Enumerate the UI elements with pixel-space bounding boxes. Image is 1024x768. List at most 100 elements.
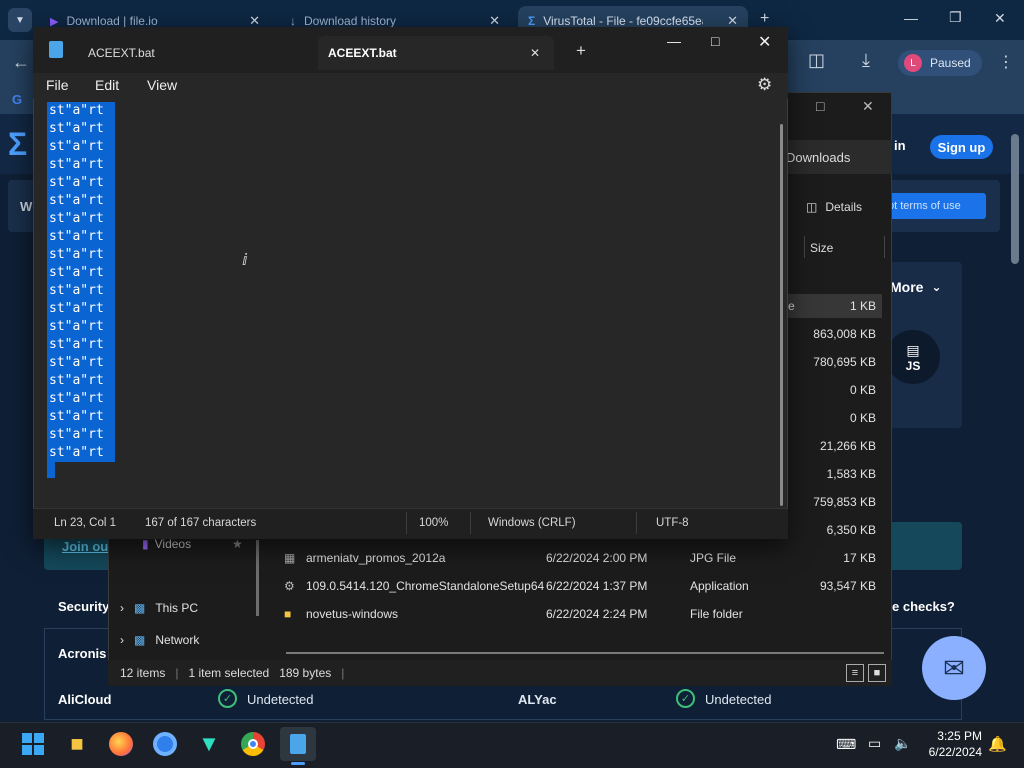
minimize-icon[interactable]: — bbox=[667, 33, 681, 49]
file-name: armeniatv_promos_2012a bbox=[306, 551, 446, 565]
virustotal-logo-icon: Σ bbox=[8, 126, 28, 162]
encoding[interactable]: UTF-8 bbox=[656, 517, 689, 529]
explorer-tab[interactable]: Downloads bbox=[786, 140, 892, 174]
text-line: st"a"rt bbox=[47, 156, 115, 174]
avatar: L bbox=[904, 54, 922, 72]
settings-gear-icon[interactable]: ⚙ bbox=[757, 75, 772, 95]
network-tray-icon[interactable]: ▭ bbox=[868, 735, 881, 752]
vendor-name: AliCloud bbox=[58, 692, 112, 707]
chevron-right-icon: › bbox=[120, 633, 124, 647]
menu-edit[interactable]: Edit bbox=[95, 77, 119, 93]
sign-in-link[interactable]: in bbox=[894, 138, 906, 153]
more-label: More bbox=[890, 279, 924, 295]
nav-pane-scrollbar[interactable] bbox=[256, 540, 259, 616]
text-line: st"a"rt bbox=[47, 174, 115, 192]
notepad-tab-active[interactable]: ACEEXT.bat ✕ bbox=[318, 36, 554, 70]
file-size: 6,350 KB bbox=[826, 523, 876, 537]
keyboard-icon[interactable]: ⌨ bbox=[836, 736, 856, 753]
status-divider bbox=[470, 512, 471, 534]
new-tab-button[interactable]: + bbox=[576, 41, 586, 61]
file-row[interactable]: ⚙ 109.0.5414.120_ChromeStandaloneSetup64… bbox=[284, 572, 884, 600]
restore-icon[interactable]: ❐ bbox=[949, 9, 962, 26]
network-icon: ▩ bbox=[134, 633, 146, 647]
close-icon[interactable]: ✕ bbox=[994, 10, 1006, 27]
menu-view[interactable]: View bbox=[147, 77, 177, 93]
download-icon[interactable]: ⤓ bbox=[862, 50, 870, 71]
zoom-level[interactable]: 100% bbox=[419, 517, 448, 529]
file-row[interactable]: ▦ armeniatv_promos_2012a 6/22/2024 2:00 … bbox=[284, 544, 884, 572]
maximize-icon[interactable]: □ bbox=[816, 98, 824, 114]
details-button[interactable]: ◫ Details bbox=[806, 200, 862, 214]
notepad-taskbar-icon[interactable] bbox=[280, 727, 316, 761]
notification-bell-icon[interactable]: 🔔 bbox=[988, 735, 1007, 753]
notepad-content: st"a"rt st"a"rt st"a"rt st"a"rt st"a"rt … bbox=[47, 102, 115, 478]
file-date: 6/22/2024 2:24 PM bbox=[546, 607, 648, 621]
vpn-icon[interactable]: ▼ bbox=[194, 729, 224, 759]
line-ending[interactable]: Windows (CRLF) bbox=[488, 517, 576, 529]
item-count: 12 items bbox=[120, 666, 166, 680]
file-type: JPG File bbox=[690, 551, 737, 565]
divider: | bbox=[341, 666, 345, 680]
vertical-scrollbar[interactable] bbox=[780, 124, 783, 506]
active-indicator bbox=[291, 762, 305, 765]
chat-button[interactable]: ✉ bbox=[922, 636, 986, 700]
details-pane-icon: ◫ bbox=[806, 200, 818, 214]
file-explorer-taskbar-icon[interactable]: ■ bbox=[62, 729, 92, 759]
more-dropdown[interactable]: More ⌄ bbox=[890, 279, 942, 295]
profile-button[interactable]: L Paused bbox=[898, 50, 982, 76]
file-size: 93,547 KB bbox=[819, 579, 876, 593]
start-button[interactable] bbox=[18, 729, 48, 759]
extensions-icon[interactable]: ◫ bbox=[808, 50, 825, 71]
vt-partial-w: W bbox=[20, 199, 33, 214]
file-type: File folder bbox=[690, 607, 743, 621]
join-link[interactable]: Join ou bbox=[62, 539, 108, 554]
notepad-tab-inactive[interactable]: ACEEXT.bat bbox=[88, 36, 155, 70]
maximize-icon[interactable]: □ bbox=[711, 33, 719, 49]
nav-item-network[interactable]: › ▩ Network bbox=[120, 633, 199, 647]
notepad-text-area[interactable] bbox=[34, 100, 780, 508]
details-view-icon[interactable]: ≡ bbox=[846, 664, 864, 682]
volume-muted-icon[interactable]: 🔈 bbox=[894, 735, 911, 752]
back-arrow-icon[interactable]: ← bbox=[12, 52, 30, 73]
status-divider bbox=[406, 512, 407, 534]
text-line: st"a"rt bbox=[47, 300, 115, 318]
sign-up-button[interactable]: Sign up bbox=[930, 135, 993, 159]
kebab-menu-icon[interactable]: ⋮ bbox=[998, 52, 1014, 72]
minimize-icon[interactable]: — bbox=[904, 10, 918, 26]
firefox-logo-icon bbox=[109, 732, 133, 756]
close-icon[interactable]: ✕ bbox=[758, 32, 771, 52]
google-icon[interactable]: G bbox=[12, 92, 22, 107]
checks-link[interactable]: e checks? bbox=[892, 599, 955, 614]
tab-title: ACEEXT.bat bbox=[88, 46, 155, 60]
jpg-file-icon: ▦ bbox=[284, 551, 296, 565]
selection-size: 189 bytes bbox=[279, 666, 332, 680]
chrome-icon[interactable] bbox=[238, 729, 268, 759]
virustotal-favicon-icon: Σ bbox=[528, 14, 536, 28]
file-row[interactable]: ■ novetus-windows 6/22/2024 2:24 PM File… bbox=[284, 600, 884, 628]
divider: | bbox=[175, 666, 179, 680]
tiles-view-icon[interactable]: ■ bbox=[868, 664, 886, 682]
nav-item-videos[interactable]: ▮ Videos bbox=[142, 537, 191, 551]
firefox-icon[interactable] bbox=[106, 729, 136, 759]
close-icon[interactable]: ✕ bbox=[862, 98, 874, 115]
chromium-icon[interactable] bbox=[150, 729, 180, 759]
text-line: st"a"rt bbox=[47, 282, 115, 300]
text-cursor-icon: ⅈ bbox=[242, 252, 248, 269]
nav-item-this-pc[interactable]: › ▩ This PC bbox=[120, 601, 198, 615]
text-line: st"a"rt bbox=[47, 336, 115, 354]
accept-terms-button[interactable]: pt terms of use bbox=[880, 193, 986, 219]
clock-date[interactable]: 6/22/2024 bbox=[922, 745, 982, 759]
chevron-down-icon: ▼ bbox=[15, 14, 25, 26]
page-scrollbar[interactable] bbox=[1011, 134, 1019, 264]
close-icon[interactable]: ✕ bbox=[530, 46, 540, 60]
size-column-header[interactable]: Size bbox=[810, 241, 833, 255]
horizontal-scrollbar[interactable] bbox=[286, 652, 884, 654]
menu-file[interactable]: File bbox=[46, 77, 69, 93]
new-tab-button[interactable]: + bbox=[760, 10, 769, 28]
nav-label: Videos bbox=[154, 537, 192, 551]
computer-icon: ▩ bbox=[134, 601, 146, 615]
clock-time[interactable]: 3:25 PM bbox=[936, 729, 982, 743]
vendor-name: Acronis bbox=[58, 646, 107, 661]
tab-search-button[interactable]: ▼ bbox=[8, 8, 32, 32]
text-line: st"a"rt bbox=[47, 390, 115, 408]
